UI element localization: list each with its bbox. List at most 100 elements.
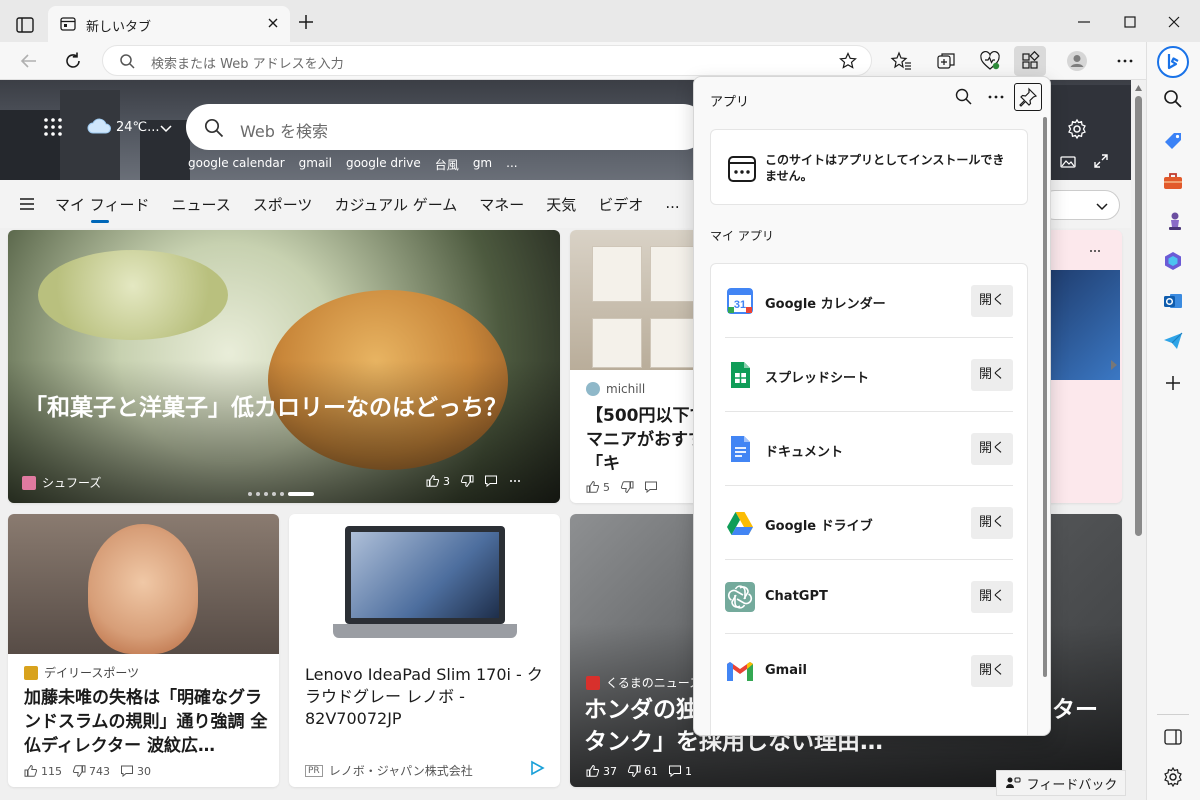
tab-actions-icon[interactable] — [14, 14, 36, 36]
hamburger-menu-icon[interactable] — [18, 196, 36, 212]
dislike-button[interactable]: 61 — [627, 764, 658, 778]
close-tab-icon[interactable] — [266, 16, 280, 30]
profile-avatar-icon[interactable] — [1066, 50, 1088, 72]
open-button[interactable]: 開く — [971, 581, 1013, 613]
search-icon[interactable] — [1162, 88, 1184, 110]
quick-link[interactable]: google drive — [346, 156, 421, 173]
quick-link[interactable]: gm — [473, 156, 492, 173]
open-button[interactable]: 開く — [971, 285, 1013, 317]
send-telegram-icon[interactable] — [1162, 330, 1184, 352]
like-button[interactable]: 115 — [24, 764, 62, 778]
sidebar-settings-icon[interactable] — [1162, 766, 1184, 788]
minimize-icon[interactable] — [1076, 14, 1092, 30]
quick-link[interactable]: gmail — [299, 156, 332, 173]
tab-casual-games[interactable]: カジュアル ゲーム — [334, 194, 457, 215]
games-chess-icon[interactable] — [1162, 210, 1184, 232]
carousel-dots[interactable] — [248, 492, 314, 496]
quick-link[interactable]: 台風 — [435, 156, 459, 173]
add-icon[interactable] — [1162, 372, 1184, 394]
app-row-google-drive[interactable]: Google ドライブ 開く — [711, 486, 1029, 560]
featured-news-card[interactable]: 「和菓子と洋菓子」低カロリーなのはどっち？ シュフーズ 3 — [8, 230, 560, 503]
like-button[interactable]: 5 — [586, 480, 610, 494]
comment-button[interactable]: 30 — [120, 764, 151, 778]
dislike-button[interactable] — [620, 480, 634, 494]
collections-icon[interactable] — [935, 50, 957, 72]
favorites-icon[interactable] — [890, 50, 912, 72]
expand-icon[interactable] — [1094, 154, 1108, 168]
open-button[interactable]: 開く — [971, 507, 1013, 539]
search-icon — [204, 118, 224, 138]
tab-news[interactable]: ニュース — [171, 194, 230, 215]
tab-my-feed[interactable]: マイ フィード — [55, 194, 149, 223]
image-info-icon[interactable] — [1060, 154, 1076, 170]
more-options-icon[interactable] — [1088, 244, 1102, 258]
search-icon[interactable] — [954, 87, 974, 107]
more-options-icon[interactable] — [1114, 50, 1136, 72]
dislike-button[interactable] — [460, 474, 474, 488]
bing-copilot-icon[interactable] — [1157, 46, 1189, 78]
tab-weather[interactable]: 天気 — [546, 194, 576, 215]
page-settings-icon[interactable] — [1066, 118, 1088, 140]
card-actions: 37 61 1 — [586, 764, 692, 778]
browser-essentials-icon[interactable] — [979, 50, 1001, 72]
source-name: デイリースポーツ — [44, 666, 140, 680]
back-icon[interactable] — [18, 50, 40, 72]
tab-money[interactable]: マネー — [479, 194, 524, 215]
feedback-button[interactable]: フィードバック — [996, 770, 1126, 796]
ad-card-lenovo[interactable]: Lenovo IdeaPad Slim 170i - クラウドグレー レノボ -… — [289, 514, 560, 787]
hide-sidebar-icon[interactable] — [1162, 726, 1184, 748]
tab-sports[interactable]: スポーツ — [253, 194, 313, 215]
new-tab-icon[interactable] — [298, 14, 314, 30]
maximize-icon[interactable] — [1122, 14, 1138, 30]
weather-temp[interactable]: 24℃... — [116, 120, 160, 135]
news-card-tennis[interactable]: デイリースポーツ 加藤未唯の失格は「明確なグランドスラムの規則」通り強調 全仏デ… — [8, 514, 279, 787]
tab-more[interactable]: ... — [665, 194, 679, 215]
dislike-button[interactable]: 743 — [72, 764, 110, 778]
scrollbar-thumb[interactable] — [1135, 96, 1142, 536]
web-search-box[interactable]: Web を検索 — [186, 104, 706, 150]
comment-button[interactable]: 1 — [668, 764, 692, 778]
address-bar[interactable]: 検索または Web アドレスを入力 — [102, 45, 872, 76]
chevron-right-icon[interactable] — [1108, 358, 1120, 372]
more-options-icon[interactable] — [986, 87, 1006, 107]
tab-video[interactable]: ビデオ — [598, 194, 643, 215]
outlook-icon[interactable] — [1162, 290, 1184, 312]
more-options-icon[interactable] — [508, 474, 522, 488]
adchoices-icon[interactable] — [529, 760, 545, 776]
app-row-sheets[interactable]: スプレッドシート 開く — [711, 338, 1029, 412]
source-logo-icon — [586, 382, 600, 396]
app-row-google-calendar[interactable]: 31 Google カレンダー 開く — [711, 264, 1029, 338]
card-image — [38, 250, 228, 340]
layout-dropdown[interactable] — [1040, 190, 1120, 220]
refresh-icon[interactable] — [62, 50, 84, 72]
like-button[interactable]: 37 — [586, 764, 617, 778]
open-button[interactable]: 開く — [971, 359, 1013, 391]
apps-panel-scrollbar[interactable] — [1043, 117, 1047, 677]
favorite-star-icon[interactable] — [839, 52, 857, 70]
quick-link[interactable]: google calendar — [188, 156, 285, 173]
scroll-up-icon[interactable] — [1134, 84, 1143, 92]
open-button[interactable]: 開く — [971, 655, 1013, 687]
comment-button[interactable] — [484, 474, 498, 488]
page-scrollbar[interactable] — [1131, 80, 1146, 800]
apps-icon[interactable] — [1014, 46, 1046, 76]
window-close-icon[interactable] — [1166, 14, 1182, 30]
like-button[interactable]: 3 — [426, 474, 450, 488]
chevron-down-icon[interactable] — [160, 122, 172, 134]
cloud-weather-icon[interactable] — [86, 116, 112, 136]
tab-new[interactable]: 新しいタブ — [48, 6, 290, 42]
app-row-chatgpt[interactable]: ChatGPT 開く — [711, 560, 1029, 634]
open-button[interactable]: 開く — [971, 433, 1013, 465]
microsoft-365-icon[interactable] — [1162, 250, 1184, 272]
quick-links-more[interactable]: ... — [506, 156, 517, 173]
like-count: 5 — [603, 480, 610, 494]
app-launcher-grid-icon[interactable] — [42, 116, 64, 138]
google-drive-icon — [725, 508, 755, 538]
app-row-docs[interactable]: ドキュメント 開く — [711, 412, 1029, 486]
app-name: Gmail — [765, 663, 807, 678]
app-row-gmail[interactable]: Gmail 開く — [711, 634, 1029, 708]
tools-briefcase-icon[interactable] — [1162, 170, 1184, 192]
pin-icon[interactable] — [1014, 83, 1042, 111]
shopping-tag-icon[interactable] — [1162, 130, 1184, 152]
comment-button[interactable] — [644, 480, 658, 494]
